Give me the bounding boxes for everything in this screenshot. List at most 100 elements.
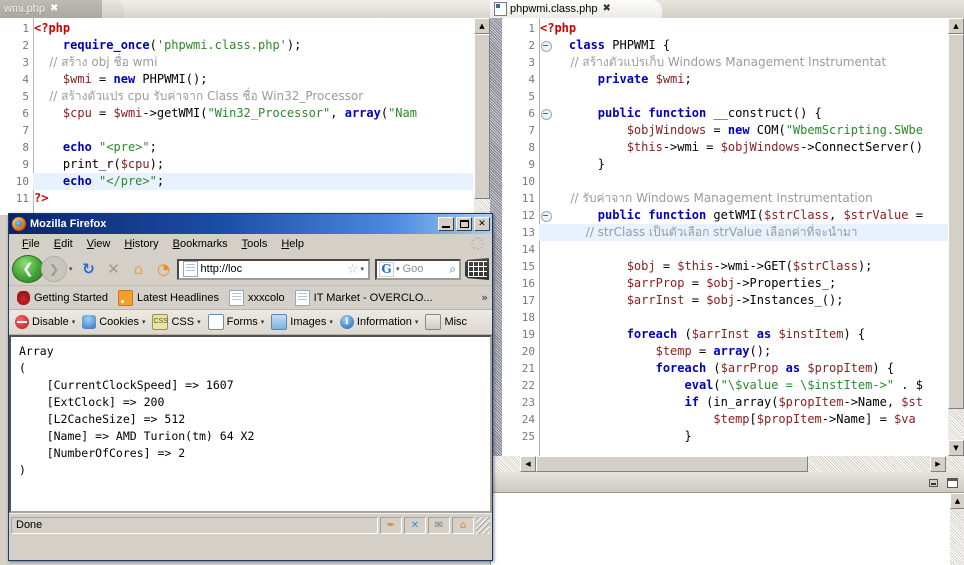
menu-bookmarks[interactable]: Bookmarks [166, 236, 235, 252]
url-input[interactable]: http://loc [201, 263, 345, 275]
code-line[interactable] [34, 122, 417, 139]
firefox-titlebar[interactable]: Mozilla Firefox ✕ [9, 214, 492, 234]
scrollbar-thumb[interactable] [948, 34, 964, 409]
code-line[interactable]: <?php [540, 20, 923, 37]
stop-button[interactable]: ✕ [102, 257, 126, 281]
scrollbar-thumb[interactable] [536, 456, 808, 472]
maximize-view-button[interactable] [947, 478, 958, 488]
search-icon[interactable]: ⌕ [449, 262, 456, 277]
code-line[interactable]: // สร้าง obj ชื่อ wmi [34, 54, 417, 71]
scroll-up-button[interactable]: ▲ [950, 493, 964, 509]
scroll-up-button[interactable]: ▲ [474, 18, 490, 34]
code-line[interactable]: $cpu = $wmi->getWMI("Win32_Processor", a… [34, 105, 417, 122]
back-button[interactable]: ❮ [12, 255, 44, 283]
google-search-engine-icon[interactable]: G [379, 261, 394, 277]
chevron-down-icon[interactable]: ▾ [72, 318, 76, 326]
chevron-down-icon[interactable]: ▾ [142, 318, 146, 326]
bookmark-item[interactable]: Getting Started [13, 290, 112, 306]
menu-tools[interactable]: Tools [235, 236, 275, 252]
tab-phpwmi-class-php[interactable]: phpwmi.class.php ✖ [490, 0, 652, 18]
code-line[interactable]: $temp = array(); [540, 343, 923, 360]
feed-button[interactable]: ◔ [152, 257, 176, 281]
chevron-down-icon[interactable]: ▾ [329, 318, 333, 326]
code-line[interactable] [540, 309, 923, 326]
code-line[interactable] [540, 173, 923, 190]
code-line[interactable]: ?> [34, 190, 417, 207]
history-dropdown-icon[interactable]: ▾ [69, 265, 73, 273]
menu-history[interactable]: History [117, 236, 165, 252]
code-line[interactable]: // สร้างตัวแปร cpu รับค่าจาก Class ชื่อ … [34, 88, 417, 105]
minimize-button[interactable] [438, 217, 454, 231]
code-line[interactable]: // สร้างตัวแปรเก็บ Windows Management In… [540, 54, 923, 71]
code-line[interactable]: require_once('phpwmi.class.php'); [34, 37, 417, 54]
vertical-scrollbar-right[interactable]: ▲ ▼ [948, 18, 964, 456]
search-input[interactable]: Goo [403, 263, 450, 275]
horizontal-scrollbar-right[interactable]: ◀ ▶ [490, 456, 964, 472]
devtool-cookies[interactable]: Cookies ▾ [79, 314, 148, 330]
code-line[interactable]: } [540, 156, 923, 173]
scroll-left-button[interactable]: ◀ [520, 456, 536, 472]
menu-file[interactable]: File [15, 236, 47, 252]
scrollbar-thumb[interactable] [474, 34, 490, 199]
search-engine-dropdown-icon[interactable]: ▾ [396, 265, 400, 273]
devtool-misc[interactable]: Misc [422, 313, 470, 331]
home-button[interactable]: ⌂ [127, 257, 151, 281]
url-dropdown-icon[interactable]: ▾ [360, 265, 364, 273]
page-content-area[interactable]: Array ( [CurrentClockSpeed] => 1607 [Ext… [9, 335, 492, 513]
code-line[interactable] [540, 88, 923, 105]
menu-help[interactable]: Help [274, 236, 311, 252]
code-line[interactable]: $this->wmi = $objWindows->ConnectServer(… [540, 139, 923, 156]
scroll-right-button[interactable]: ▶ [930, 456, 946, 472]
code-line[interactable]: eval("\$value = \$instItem->" . $ [540, 377, 923, 394]
code-line[interactable]: print_r($cpu); [34, 156, 417, 173]
scroll-down-button[interactable]: ▼ [948, 440, 964, 456]
search-bar[interactable]: G ▾ Goo ⌕ [375, 258, 461, 280]
code-line[interactable]: $arrProp = $obj->Properties_; [540, 275, 923, 292]
url-bar[interactable]: http://loc ☆ ▾ [176, 258, 370, 280]
code-line[interactable]: // รับค่าจาก Windows Management Instrume… [540, 190, 923, 207]
code-line[interactable]: <?php [34, 20, 417, 37]
mail-icon[interactable]: ✉ [428, 516, 450, 534]
code-line[interactable]: if (in_array($propItem->Name, $st [540, 394, 923, 411]
code-line[interactable]: echo "<pre>"; [34, 139, 417, 156]
close-icon[interactable]: ✖ [50, 4, 58, 14]
devtool-images[interactable]: Images ▾ [268, 313, 336, 331]
reload-button[interactable]: ↻ [77, 257, 101, 281]
adblock-icon[interactable]: ✕ [404, 516, 426, 534]
bookmark-item[interactable]: xxxcolo [225, 289, 289, 307]
forward-button[interactable]: ❯ [41, 256, 67, 282]
code-line[interactable]: $obj = $this->wmi->GET($strClass); [540, 258, 923, 275]
code-line[interactable]: echo "</pre>"; [34, 173, 417, 190]
code-line[interactable]: } [540, 428, 923, 445]
code-line[interactable]: $objWindows = new COM("WbemScripting.SWb… [540, 122, 923, 139]
bookmark-item[interactable]: IT Market - OVERCLO... [291, 289, 437, 307]
code-line[interactable]: $arrInst = $obj->Instances_(); [540, 292, 923, 309]
firebug-icon[interactable]: ✒ [380, 516, 402, 534]
code-line[interactable] [540, 241, 923, 258]
chevron-down-icon[interactable]: ▾ [261, 318, 265, 326]
editor-body-left[interactable]: 1 2 3 4 5 6 7 8 9 10 11 <?php require_once('phpwmi… [0, 18, 490, 215]
lower-view-body[interactable]: ▲ [490, 493, 964, 565]
scroll-up-button[interactable]: ▲ [948, 18, 964, 34]
code-line[interactable]: public function getWMI($strClass, $strVa… [540, 207, 923, 224]
code-line[interactable]: private $wmi; [540, 71, 923, 88]
code-line[interactable]: $temp[$propItem->Name] = $va [540, 411, 923, 428]
lower-view-scrollbar[interactable]: ▲ [950, 493, 964, 565]
maximize-button[interactable] [456, 217, 472, 231]
resize-grip[interactable] [476, 516, 490, 534]
devtool-disable[interactable]: Disable ▾ [12, 314, 78, 330]
code-line[interactable]: $wmi = new PHPWMI(); [34, 71, 417, 88]
devtool-forms[interactable]: Forms ▾ [205, 313, 268, 331]
home-icon[interactable]: ⌂ [452, 516, 474, 534]
editor-body-right[interactable]: 1 2 3 4 5 6 7 8 9 10 11 12 13 14 15 16 17 18 19 20 21 22 23 24 2… [490, 18, 964, 472]
menu-view[interactable]: View [80, 236, 118, 252]
vertical-scrollbar-left[interactable]: ▲ [474, 18, 490, 215]
devtool-css[interactable]: CSS CSS ▾ [149, 313, 203, 331]
code-line[interactable]: public function __construct() { [540, 105, 923, 122]
chevron-down-icon[interactable]: ▾ [197, 318, 201, 326]
devtool-information[interactable]: i Information ▾ [337, 314, 422, 330]
code-line[interactable]: // strClass เป็นตัวเลือก strValue เลือกค… [540, 224, 923, 241]
menu-edit[interactable]: Edit [47, 236, 80, 252]
code-line[interactable]: class PHPWMI { [540, 37, 923, 54]
minimize-view-button[interactable] [929, 479, 938, 487]
